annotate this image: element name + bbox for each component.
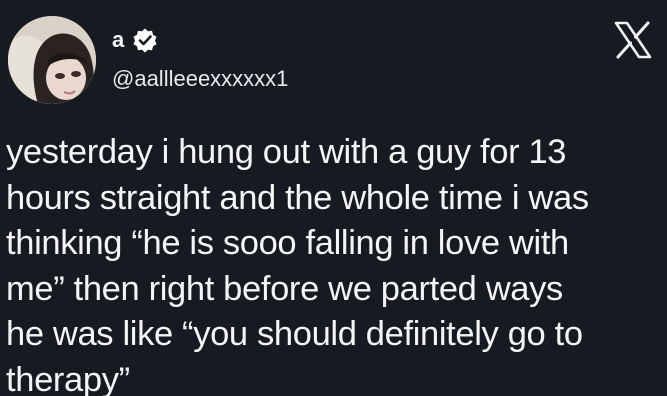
author-name-row: a <box>112 26 158 54</box>
author-handle[interactable]: @aallleeexxxxxx1 <box>112 66 288 92</box>
display-name[interactable]: a <box>112 27 124 53</box>
tweet-text: yesterday i hung out with a guy for 13 h… <box>6 133 589 396</box>
verified-badge-icon <box>133 28 157 53</box>
profile-photo <box>8 16 96 104</box>
tweet-card: a @aallleeexxxxxx1 yesterday i hung out … <box>0 0 667 396</box>
avatar[interactable] <box>8 16 96 104</box>
x-logo-icon[interactable] <box>613 20 653 60</box>
